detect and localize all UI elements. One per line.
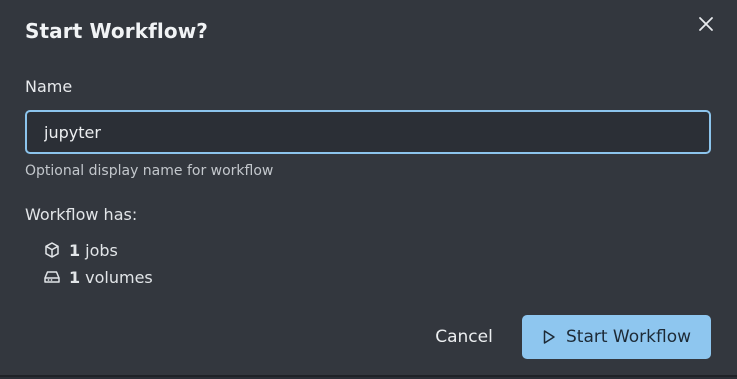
cube-icon	[43, 241, 61, 259]
name-input-wrapper[interactable]	[25, 110, 711, 154]
jobs-label: jobs	[85, 240, 118, 260]
name-input[interactable]	[27, 112, 709, 152]
start-workflow-label: Start Workflow	[566, 327, 691, 347]
jobs-count-item: 1 jobs	[43, 240, 118, 260]
name-helper-text: Optional display name for workflow	[25, 163, 274, 179]
close-button[interactable]	[696, 14, 716, 34]
hard-drive-icon	[43, 268, 61, 286]
volumes-label: volumes	[85, 267, 153, 287]
dialog-title: Start Workflow?	[25, 19, 208, 43]
name-label: Name	[25, 77, 73, 96]
start-workflow-dialog: Start Workflow? Name Optional display na…	[0, 0, 737, 377]
workflow-has-heading: Workflow has:	[25, 205, 138, 224]
cancel-button[interactable]: Cancel	[420, 316, 508, 358]
volumes-count-item: 1 volumes	[43, 267, 153, 287]
start-workflow-button[interactable]: Start Workflow	[522, 315, 711, 359]
close-icon	[699, 17, 713, 31]
jobs-count: 1	[69, 240, 81, 260]
play-icon	[542, 329, 556, 345]
volumes-count: 1	[69, 267, 81, 287]
